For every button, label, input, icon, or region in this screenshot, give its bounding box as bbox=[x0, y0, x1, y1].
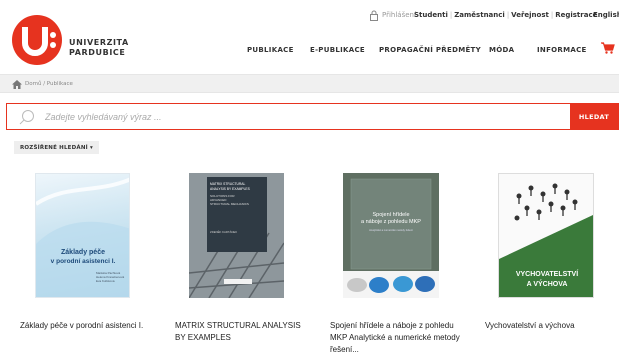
book-cover-4-art: VYCHOVATELSTVÍ A VÝCHOVA bbox=[499, 174, 593, 297]
book-cover-3[interactable]: Spojení hřídele a náboje z pohledu MKP A… bbox=[343, 173, 439, 298]
link-registrace[interactable]: Registrace bbox=[555, 11, 597, 19]
search-button[interactable]: HLEDAT bbox=[570, 104, 618, 129]
university-logo-icon[interactable] bbox=[12, 15, 62, 65]
language-switch[interactable]: English bbox=[593, 11, 619, 19]
svg-text:Analytické a numerické metody: Analytické a numerické metody řešení bbox=[369, 228, 413, 232]
link-studenti[interactable]: Studenti bbox=[414, 11, 448, 19]
university-name-line1: UNIVERZITA bbox=[69, 38, 129, 47]
svg-text:v porodní asistenci I.: v porodní asistenci I. bbox=[51, 258, 116, 265]
search-bar: HLEDAT bbox=[6, 103, 619, 130]
search-input[interactable] bbox=[45, 110, 565, 124]
svg-text:A VÝCHOVA: A VÝCHOVA bbox=[527, 279, 568, 288]
university-name[interactable]: UNIVERZITA PARDUBICE bbox=[69, 38, 129, 58]
nav-informace[interactable]: INFORMACE bbox=[537, 46, 587, 54]
book-title-3[interactable]: Spojení hřídele a náboje z pohledu MKP A… bbox=[330, 320, 460, 356]
book-title-1[interactable]: Základy péče v porodní asistenci I. bbox=[20, 320, 150, 332]
link-zamestnanci[interactable]: Zaměstnanci bbox=[454, 11, 505, 19]
home-icon[interactable] bbox=[12, 80, 22, 89]
svg-text:STRUCTURAL MECHANICS: STRUCTURAL MECHANICS bbox=[210, 202, 249, 206]
search-icon bbox=[19, 110, 34, 125]
lock-icon bbox=[370, 10, 378, 21]
cart-icon[interactable] bbox=[601, 42, 615, 54]
book-cover-1-art: Základy péče v porodní asistenci I. Mark… bbox=[36, 177, 129, 297]
breadcrumb: Domů / Publikace bbox=[0, 74, 619, 93]
link-verejnost[interactable]: Veřejnost bbox=[511, 11, 549, 19]
svg-text:VYCHOVATELSTVÍ: VYCHOVATELSTVÍ bbox=[516, 269, 579, 278]
nav-e-publikace[interactable]: E-PUBLIKACE bbox=[310, 46, 365, 54]
advanced-search-label: ROZŠÍŘENÉ HLEDÁNÍ bbox=[20, 145, 88, 151]
book-title-2[interactable]: MATRIX STRUCTURAL ANALYSIS BY EXAMPLES bbox=[175, 320, 305, 344]
svg-text:Základy péče: Základy péče bbox=[61, 249, 105, 256]
book-cover-2-art: MATRIX STRUCTURAL ANALYSIS BY EXAMPLES S… bbox=[189, 173, 284, 298]
svg-text:a náboje z pohledu MKP: a náboje z pohledu MKP bbox=[361, 219, 421, 225]
svg-text:MATRIX STRUCTURAL: MATRIX STRUCTURAL bbox=[210, 182, 245, 186]
svg-text:ZDENĚK KARTÁNEK: ZDENĚK KARTÁNEK bbox=[210, 229, 237, 234]
svg-text:Spojení hřídele: Spojení hřídele bbox=[373, 212, 410, 218]
book-cover-3-art: Spojení hřídele a náboje z pohledu MKP A… bbox=[343, 173, 439, 298]
login-link[interactable]: Přihlášení bbox=[382, 11, 416, 19]
book-cover-2[interactable]: MATRIX STRUCTURAL ANALYSIS BY EXAMPLES S… bbox=[189, 173, 284, 298]
university-name-line2: PARDUBICE bbox=[69, 48, 126, 57]
book-cover-1[interactable]: Základy péče v porodní asistenci I. Mark… bbox=[35, 173, 130, 298]
top-bar: Přihlášení Studenti | Zaměstnanci | Veřejnos… bbox=[0, 10, 619, 24]
svg-text:ANALYSIS BY EXAMPLES: ANALYSIS BY EXAMPLES bbox=[210, 187, 251, 191]
book-cover-4[interactable]: VYCHOVATELSTVÍ A VÝCHOVA bbox=[498, 173, 594, 298]
nav-propagacni-predmety[interactable]: PROPAGAČNÍ PŘEDMĚTY bbox=[379, 46, 481, 54]
nav-publikace[interactable]: PUBLIKACE bbox=[247, 46, 294, 54]
svg-text:Eva Kubíková: Eva Kubíková bbox=[96, 279, 115, 283]
breadcrumb-text[interactable]: Domů / Publikace bbox=[25, 81, 73, 87]
user-links: Studenti | Zaměstnanci | Veřejnost | Registrac… bbox=[414, 11, 598, 19]
nav-moda[interactable]: MÓDA bbox=[489, 46, 514, 54]
advanced-search-button[interactable]: ROZŠÍŘENÉ HLEDÁNÍ ▾ bbox=[14, 141, 99, 154]
book-title-4[interactable]: Vychovatelství a výchova bbox=[485, 320, 615, 332]
